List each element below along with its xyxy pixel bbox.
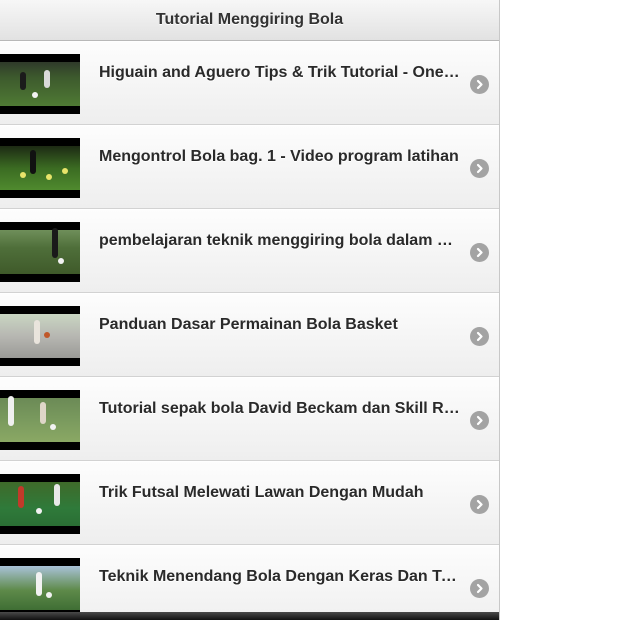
list-item[interactable]: Trik Futsal Melewati Lawan Dengan Mudah <box>0 461 499 545</box>
video-thumbnail <box>0 54 80 114</box>
chevron-right-circle-icon[interactable] <box>470 159 489 178</box>
chevron-right-circle-icon[interactable] <box>470 495 489 514</box>
video-thumbnail <box>0 390 80 450</box>
video-thumbnail <box>0 138 80 198</box>
list-item[interactable]: Higuain and Aguero Tips & Trik Tutorial … <box>0 41 499 125</box>
list-item-label: Mengontrol Bola bag. 1 - Video program l… <box>99 148 459 165</box>
chevron-right-circle-icon[interactable] <box>470 243 489 262</box>
list-item[interactable]: Mengontrol Bola bag. 1 - Video program l… <box>0 125 499 209</box>
video-thumbnail <box>0 474 80 534</box>
list-item[interactable]: Teknik Menendang Bola Dengan Keras Dan T… <box>0 545 499 620</box>
app-window: Tutorial Menggiring Bola Higuain and Agu… <box>0 0 500 620</box>
list-item[interactable]: Panduan Dasar Permainan Bola Basket <box>0 293 499 377</box>
list-item-label: Teknik Menendang Bola Dengan Keras Dan T… <box>99 568 461 585</box>
list-item-label: Higuain and Aguero Tips & Trik Tutorial … <box>99 64 461 81</box>
video-thumbnail <box>0 222 80 282</box>
bottom-edge-shadow <box>0 612 499 620</box>
header-bar: Tutorial Menggiring Bola <box>0 0 499 41</box>
list-item-label: pembelajaran teknik menggiring bola dala… <box>99 232 461 249</box>
list-item[interactable]: pembelajaran teknik menggiring bola dala… <box>0 209 499 293</box>
video-thumbnail <box>0 558 80 618</box>
video-thumbnail <box>0 306 80 366</box>
list-item-label: Tutorial sepak bola David Beckam dan Ski… <box>99 400 461 417</box>
chevron-right-circle-icon[interactable] <box>470 579 489 598</box>
list-item-label: Panduan Dasar Permainan Bola Basket <box>99 316 398 333</box>
chevron-right-circle-icon[interactable] <box>470 327 489 346</box>
chevron-right-circle-icon[interactable] <box>470 75 489 94</box>
chevron-right-circle-icon[interactable] <box>470 411 489 430</box>
list-item-label: Trik Futsal Melewati Lawan Dengan Mudah <box>99 484 424 501</box>
video-list: Higuain and Aguero Tips & Trik Tutorial … <box>0 41 499 620</box>
page-title: Tutorial Menggiring Bola <box>155 11 344 28</box>
list-item[interactable]: Tutorial sepak bola David Beckam dan Ski… <box>0 377 499 461</box>
